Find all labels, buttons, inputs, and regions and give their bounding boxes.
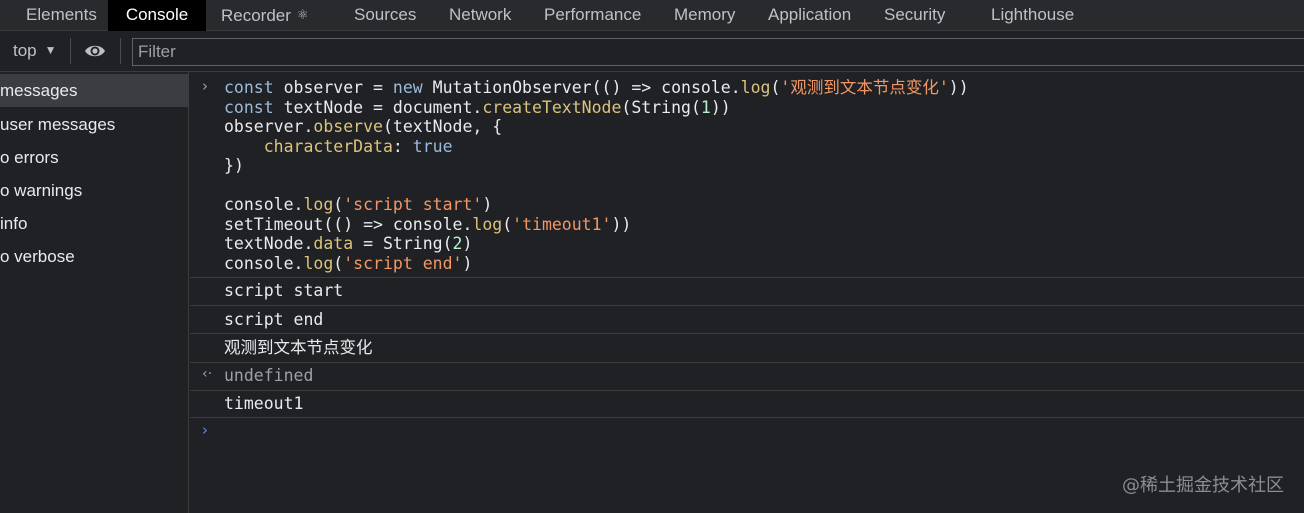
devtools-tabbar: Elements Console Recorder ⚛ Sources Netwo… bbox=[0, 0, 1304, 31]
filter-input[interactable]: Filter bbox=[132, 38, 1304, 66]
row-divider bbox=[190, 362, 1304, 363]
row-divider bbox=[190, 333, 1304, 334]
sidebar-item-verbose[interactable]: o verbose bbox=[0, 240, 189, 273]
toolbar-divider bbox=[70, 38, 71, 64]
tab-lighthouse[interactable]: Lighthouse bbox=[991, 0, 1074, 31]
console-sidebar: messages user messages o errors o warnin… bbox=[0, 72, 189, 513]
caret-down-icon: ▼ bbox=[44, 43, 57, 57]
tab-recorder[interactable]: Recorder ⚛ bbox=[221, 0, 309, 31]
tab-performance[interactable]: Performance bbox=[544, 0, 641, 31]
row-divider bbox=[190, 390, 1304, 391]
return-arrow-icon: ‹· bbox=[202, 366, 213, 382]
input-prompt-icon: › bbox=[202, 77, 208, 95]
sidebar-item-user-messages[interactable]: user messages bbox=[0, 108, 189, 141]
watermark: @稀土掘金技术社区 bbox=[1122, 475, 1284, 496]
code-line: console.log('script start') bbox=[224, 195, 493, 214]
row-divider bbox=[190, 305, 1304, 306]
toolbar-divider bbox=[120, 38, 121, 64]
sidebar-item-errors[interactable]: o errors bbox=[0, 141, 189, 174]
tab-memory[interactable]: Memory bbox=[674, 0, 735, 31]
tab-elements[interactable]: Elements bbox=[26, 0, 97, 31]
code-line: console.log('script end') bbox=[224, 254, 473, 273]
code-line: textNode.data = String(2) bbox=[224, 234, 473, 253]
code-line: }) bbox=[224, 156, 244, 175]
context-selector[interactable]: top ▼ bbox=[13, 41, 57, 61]
sidebar-item-warnings[interactable]: o warnings bbox=[0, 174, 189, 207]
console-output[interactable]: › const observer = new MutationObserver(… bbox=[190, 72, 1304, 513]
eye-icon[interactable] bbox=[84, 43, 106, 59]
tab-application[interactable]: Application bbox=[768, 0, 851, 31]
tab-recorder-label: Recorder bbox=[221, 6, 291, 25]
console-toolbar: top ▼ Filter bbox=[0, 31, 1304, 72]
log-message: 观测到文本节点变化 bbox=[224, 338, 373, 357]
tab-console[interactable]: Console bbox=[108, 0, 206, 31]
sidebar-item-info[interactable]: info bbox=[0, 207, 189, 240]
code-line: observer.observe(textNode, { bbox=[224, 117, 503, 136]
code-line: setTimeout(() => console.log('timeout1')… bbox=[224, 215, 632, 234]
sidebar-item-messages[interactable]: messages bbox=[0, 74, 189, 107]
log-message: timeout1 bbox=[224, 394, 304, 413]
tab-security[interactable]: Security bbox=[884, 0, 945, 31]
row-divider bbox=[190, 417, 1304, 418]
tab-sources[interactable]: Sources bbox=[354, 0, 416, 31]
code-line: const textNode = document.createTextNode… bbox=[224, 98, 731, 117]
code-line: const observer = new MutationObserver(()… bbox=[224, 78, 969, 97]
tab-network[interactable]: Network bbox=[449, 0, 511, 31]
row-divider bbox=[190, 277, 1304, 278]
code-line: characterData: true bbox=[263, 137, 453, 156]
flask-icon: ⚛ bbox=[296, 7, 309, 22]
return-value: undefined bbox=[224, 366, 314, 385]
log-message: script end bbox=[224, 310, 324, 329]
context-label: top bbox=[13, 41, 37, 60]
log-message: script start bbox=[224, 281, 344, 300]
input-prompt-icon[interactable]: › bbox=[202, 421, 208, 439]
devtools-window: Elements Console Recorder ⚛ Sources Netwo… bbox=[0, 0, 1304, 513]
